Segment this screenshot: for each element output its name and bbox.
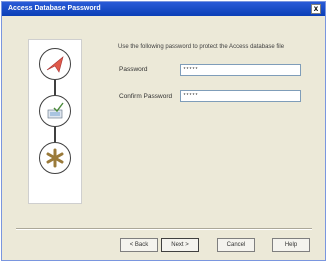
computer-check-icon xyxy=(39,95,71,127)
close-button[interactable]: x xyxy=(311,4,321,14)
step-connector xyxy=(54,80,56,95)
asterisk-icon xyxy=(39,142,71,174)
separator xyxy=(16,228,312,230)
password-field[interactable]: ***** xyxy=(180,64,301,76)
back-button[interactable]: < Back xyxy=(120,238,158,252)
wizard-steps-sidebar xyxy=(28,39,82,204)
window-title: Access Database Password xyxy=(8,5,101,12)
step-connector xyxy=(54,127,56,142)
confirm-password-field[interactable]: ***** xyxy=(180,90,301,102)
red-arrow-icon xyxy=(39,48,71,80)
next-button[interactable]: Next > xyxy=(161,238,199,252)
instruction-text: Use the following password to protect th… xyxy=(118,44,285,50)
title-bar[interactable]: Access Database Password x xyxy=(2,2,325,16)
confirm-password-label: Confirm Password xyxy=(119,93,173,100)
dialog-window: Access Database Password x Use the follo… xyxy=(1,1,326,261)
help-button[interactable]: Help xyxy=(272,238,310,252)
cancel-button[interactable]: Cancel xyxy=(217,238,255,252)
password-label: Password xyxy=(119,66,148,73)
